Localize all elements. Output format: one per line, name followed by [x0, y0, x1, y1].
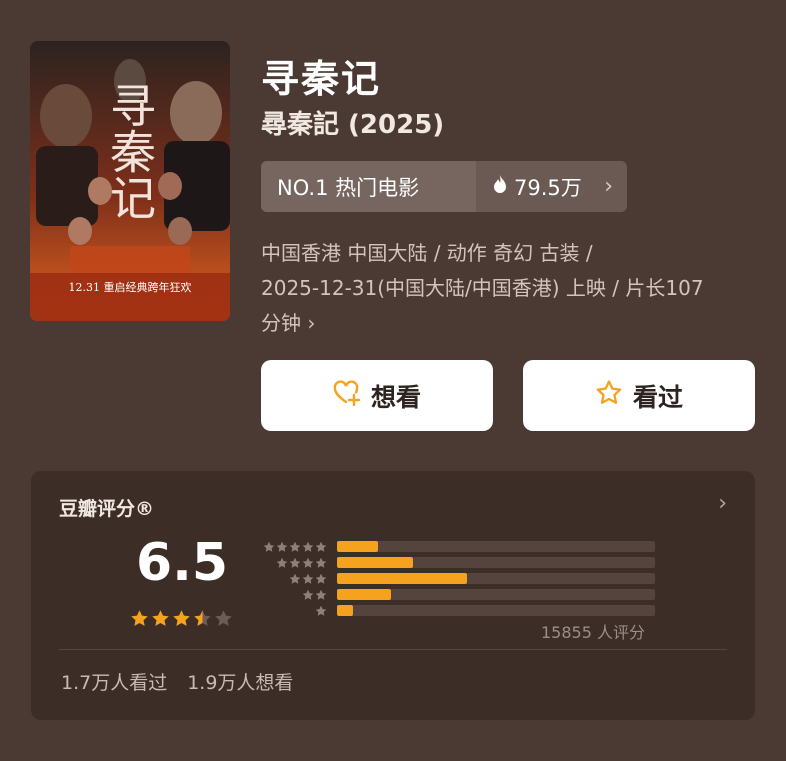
poster-title-art: 寻秦记	[103, 82, 157, 220]
rating-title: 豆瓣评分®	[59, 498, 155, 520]
rating-distribution	[257, 539, 655, 619]
heat-value: 79.5万	[514, 175, 582, 200]
seen-count: 1.7万人看过	[61, 672, 168, 694]
chevron-right-icon[interactable]: ›	[718, 491, 727, 516]
watched-label: 看过	[632, 382, 683, 412]
rating-bar-4-star	[337, 557, 414, 568]
rating-star-icon	[151, 609, 170, 632]
rating-distribution-row	[257, 587, 655, 602]
movie-poster[interactable]: 寻秦记 12.31 重启经典跨年狂欢	[30, 41, 230, 321]
flame-icon	[492, 174, 508, 199]
rating-bar-track	[337, 557, 655, 568]
star-level-icons	[257, 589, 327, 601]
meta-region-genre: 中国香港 中国大陆 / 动作 奇幻 古装 /	[261, 241, 593, 265]
rating-bar-track	[337, 541, 655, 552]
rating-star-icon	[193, 609, 212, 632]
rating-bar-2-star	[337, 589, 392, 600]
heart-plus-icon	[333, 379, 361, 412]
rating-stars	[130, 609, 233, 632]
divider	[59, 649, 727, 650]
poster-release-tag: 12.31 重启经典跨年狂欢	[69, 280, 192, 294]
want-to-watch-button[interactable]: 想看	[261, 360, 493, 431]
chevron-right-icon: ›	[301, 311, 316, 335]
star-level-icons	[257, 605, 327, 617]
rating-bar-5-star	[337, 541, 379, 552]
rating-star-icon	[214, 609, 233, 632]
rating-bar-1-star	[337, 605, 353, 616]
rating-star-icon	[172, 609, 191, 632]
rating-card[interactable]: 豆瓣评分® › 6.5 15855 人评分 1.7万人看过 1.9万人想看	[31, 471, 755, 720]
star-level-icons	[257, 557, 327, 569]
star-outline-icon	[595, 379, 623, 413]
rating-bar-track	[337, 605, 655, 616]
movie-original-title: 尋秦記 (2025)	[261, 110, 445, 140]
rating-bar-track	[337, 573, 655, 584]
want-to-watch-label: 想看	[370, 382, 421, 412]
rating-distribution-row	[257, 571, 655, 586]
rating-distribution-row	[257, 555, 655, 570]
meta-runtime-unit: 分钟 ›	[261, 311, 316, 335]
watched-button[interactable]: 看过	[523, 360, 755, 431]
ranking-label: NO.1 热门电影	[261, 161, 476, 212]
rating-distribution-row	[257, 603, 655, 618]
star-level-icons	[257, 541, 327, 553]
rating-count: 15855 人评分	[541, 623, 645, 642]
rating-bar-3-star	[337, 573, 468, 584]
want-count: 1.9万人想看	[187, 672, 294, 694]
heat-indicator[interactable]: 79.5万 ›	[476, 161, 627, 212]
rating-score: 6.5	[136, 533, 229, 593]
rating-bar-track	[337, 589, 655, 600]
movie-meta[interactable]: 中国香港 中国大陆 / 动作 奇幻 古装 / 2025-12-31(中国大陆/中…	[261, 236, 761, 341]
ranking-badge[interactable]: NO.1 热门电影 79.5万 ›	[261, 161, 627, 212]
audience-stats: 1.7万人看过 1.9万人想看	[61, 668, 293, 695]
star-level-icons	[257, 573, 327, 585]
rating-distribution-row	[257, 539, 655, 554]
rating-star-icon	[130, 609, 149, 632]
chevron-right-icon: ›	[604, 174, 613, 199]
meta-release-runtime: 2025-12-31(中国大陆/中国香港) 上映 / 片长107	[261, 276, 704, 300]
movie-title: 寻秦记	[261, 57, 382, 101]
